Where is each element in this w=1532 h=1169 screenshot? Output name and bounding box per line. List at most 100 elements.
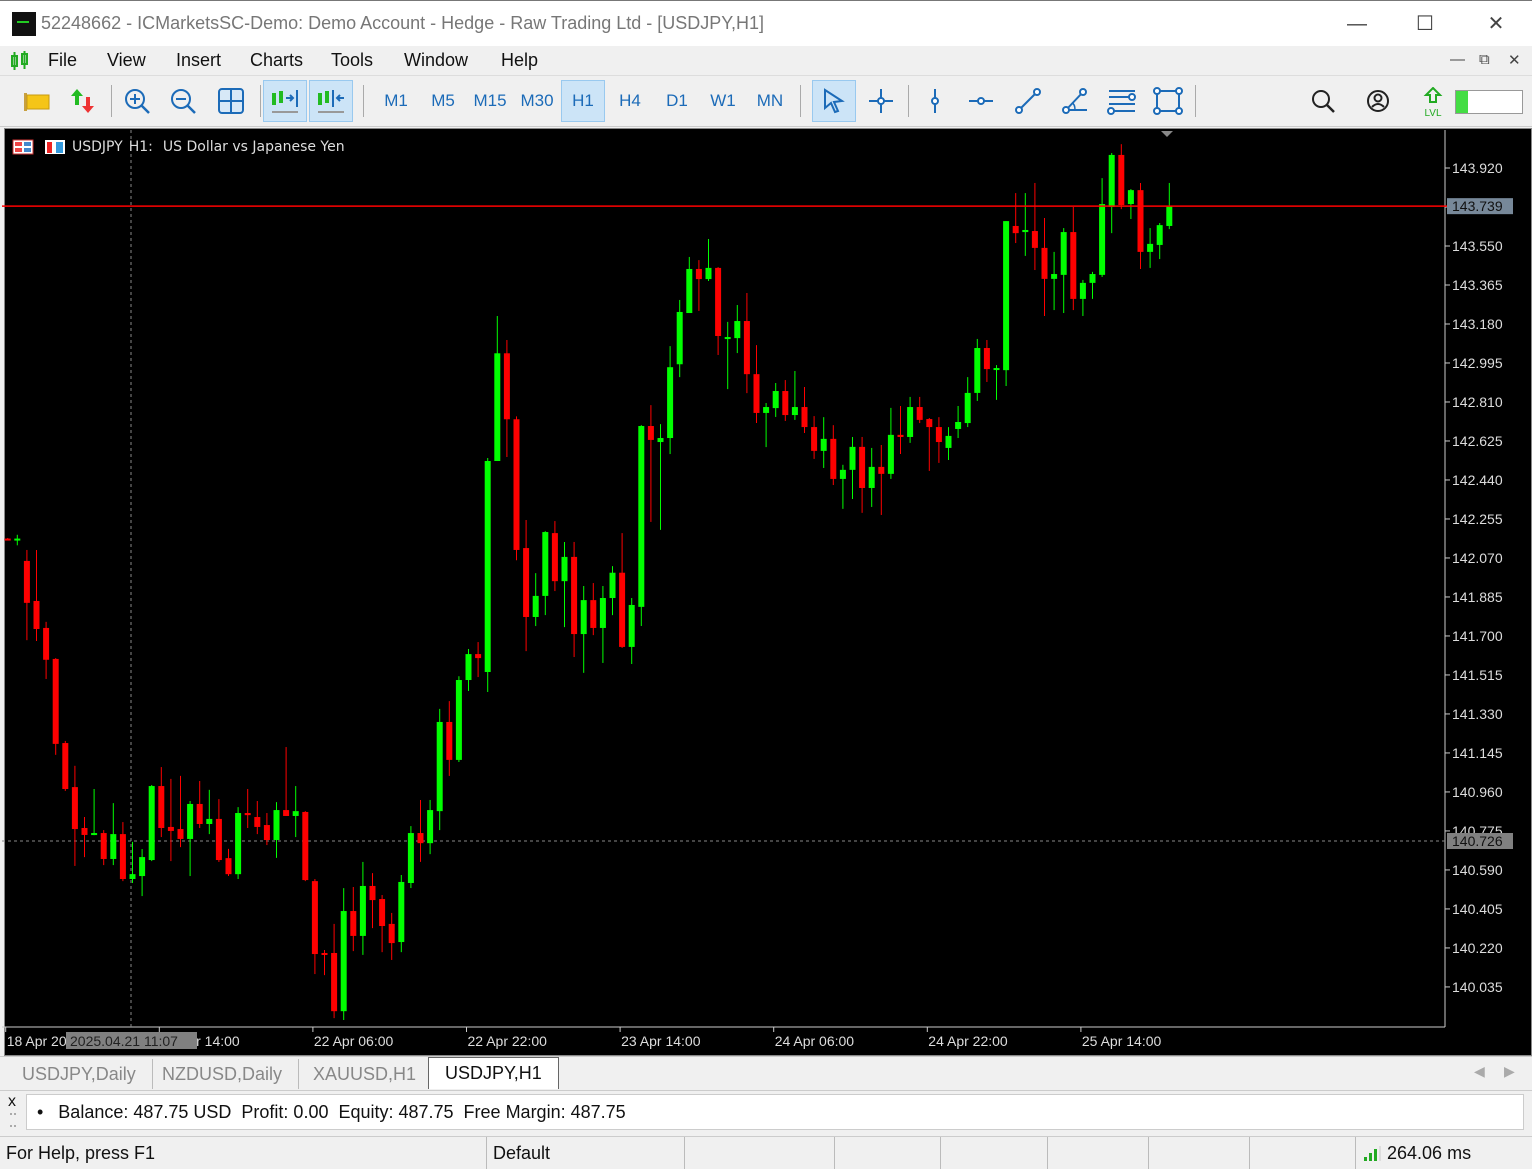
candle-body	[907, 407, 914, 437]
menu-charts[interactable]: Charts	[250, 50, 303, 71]
candle	[503, 340, 510, 457]
tab-nzdusd-daily[interactable]: NZDUSD,Daily	[146, 1059, 300, 1089]
chart-minimize-button[interactable]: —	[1450, 51, 1465, 68]
timeframe-h1[interactable]: H1	[561, 80, 605, 122]
candle-body	[878, 466, 885, 474]
search-button[interactable]	[1301, 80, 1345, 122]
candle-body	[753, 374, 760, 413]
new-chart-button[interactable]	[14, 80, 58, 122]
candle-body	[427, 810, 434, 844]
candle	[494, 315, 501, 462]
candle-body	[647, 426, 654, 440]
buy-sell-arrows-icon	[71, 89, 94, 113]
maximize-button[interactable]: ☐	[1405, 9, 1445, 39]
candle	[119, 822, 126, 882]
candle-body	[340, 911, 347, 1012]
account-summary: • Balance: 487.75 USD Profit: 0.00 Equit…	[26, 1094, 1524, 1130]
candle	[1147, 228, 1154, 268]
menu-file[interactable]: File	[48, 50, 77, 71]
candle	[1060, 228, 1067, 314]
status-profile[interactable]: Default	[486, 1137, 550, 1169]
app-logo-icon	[12, 12, 36, 36]
menu-insert[interactable]: Insert	[176, 50, 221, 71]
timeframe-mn[interactable]: MN	[748, 80, 792, 122]
candle-body	[244, 813, 251, 816]
status-cell	[940, 1137, 947, 1169]
candle	[955, 405, 962, 439]
separator	[363, 85, 364, 117]
toolbox-close-button[interactable]: x	[8, 1093, 16, 1111]
timeframe-d1[interactable]: D1	[655, 80, 699, 122]
menu-view[interactable]: View	[107, 50, 146, 71]
minimize-button[interactable]: —	[1337, 9, 1377, 39]
horizontal-line-button[interactable]	[959, 80, 1003, 122]
price-tick-label: 140.220	[1452, 940, 1503, 956]
status-connection[interactable]: 264.06 ms	[1355, 1137, 1525, 1169]
crosshair-tool-button[interactable]	[859, 80, 903, 122]
candle	[139, 849, 146, 897]
account-button[interactable]	[1356, 80, 1400, 122]
toolbox-grip-icon[interactable]	[10, 1113, 16, 1127]
trade-button[interactable]	[61, 80, 105, 122]
tab-xauusd-h1[interactable]: XAUUSD,H1	[297, 1059, 434, 1089]
candle-body	[782, 391, 789, 416]
timeframe-m30[interactable]: M30	[515, 80, 559, 122]
candle-body	[1051, 274, 1058, 279]
candle-body	[868, 466, 875, 488]
candle	[273, 802, 280, 858]
candle-body	[532, 595, 539, 617]
level-button[interactable]: LVL	[1422, 86, 1444, 119]
horizontal-line-icon	[969, 97, 993, 105]
candle	[215, 799, 222, 862]
price-chart[interactable]: 143.920143.735143.550143.365143.180142.9…	[0, 128, 1532, 1056]
candle-body	[177, 829, 184, 839]
auto-scroll-button[interactable]	[309, 80, 353, 122]
candle-body	[983, 348, 990, 370]
tile-windows-button[interactable]	[209, 80, 253, 122]
menu-help[interactable]: Help	[501, 50, 538, 71]
chart-restore-button[interactable]: ⧉	[1479, 51, 1490, 68]
candle-body	[71, 787, 78, 830]
candle-body	[1079, 282, 1086, 299]
candle-body	[1070, 232, 1077, 299]
crosshair-icon	[869, 89, 893, 113]
candle	[628, 598, 635, 664]
tab-usdjpy-h1[interactable]: USDJPY,H1	[428, 1057, 559, 1089]
timeframe-w1[interactable]: W1	[701, 80, 745, 122]
trend-angle-button[interactable]	[1053, 80, 1097, 122]
status-cell	[1047, 1137, 1054, 1169]
candle	[369, 873, 376, 929]
chart-close-button[interactable]: ✕	[1508, 51, 1521, 69]
channel-button[interactable]	[1100, 80, 1144, 122]
candle-body	[302, 811, 309, 881]
zoom-out-button[interactable]	[161, 80, 205, 122]
trendline-button[interactable]	[1006, 80, 1050, 122]
tabs-scroll-left-button[interactable]: ◀	[1474, 1063, 1485, 1080]
rectangle-button[interactable]	[1146, 80, 1190, 122]
close-button[interactable]: ✕	[1476, 9, 1516, 39]
chart-shift-button[interactable]	[263, 80, 307, 122]
status-cell	[684, 1137, 691, 1169]
timeframe-h4[interactable]: H4	[608, 80, 652, 122]
timeframe-m1[interactable]: M1	[374, 80, 418, 122]
candle-body	[897, 434, 904, 437]
vertical-line-button[interactable]	[913, 80, 957, 122]
timeframe-m15[interactable]: M15	[468, 80, 512, 122]
price-tick-label: 141.330	[1452, 706, 1503, 722]
candle	[407, 826, 414, 889]
candle-body	[705, 267, 712, 280]
menu-window[interactable]: Window	[404, 50, 468, 71]
tabs-scroll-right-button[interactable]: ▶	[1504, 1063, 1515, 1080]
cursor-tool-button[interactable]	[812, 80, 856, 122]
tab-usdjpy-daily[interactable]: USDJPY,Daily	[6, 1059, 153, 1089]
menu-tools[interactable]: Tools	[331, 50, 373, 71]
one-click-trading-icon[interactable]	[12, 139, 34, 155]
depth-of-market-icon[interactable]	[44, 139, 66, 155]
candle	[62, 740, 69, 791]
candle-body	[148, 786, 155, 861]
timeframe-m5[interactable]: M5	[421, 80, 465, 122]
zoom-in-button[interactable]	[115, 80, 159, 122]
candle-body	[964, 392, 971, 424]
candle	[647, 405, 654, 522]
candle	[43, 621, 50, 679]
